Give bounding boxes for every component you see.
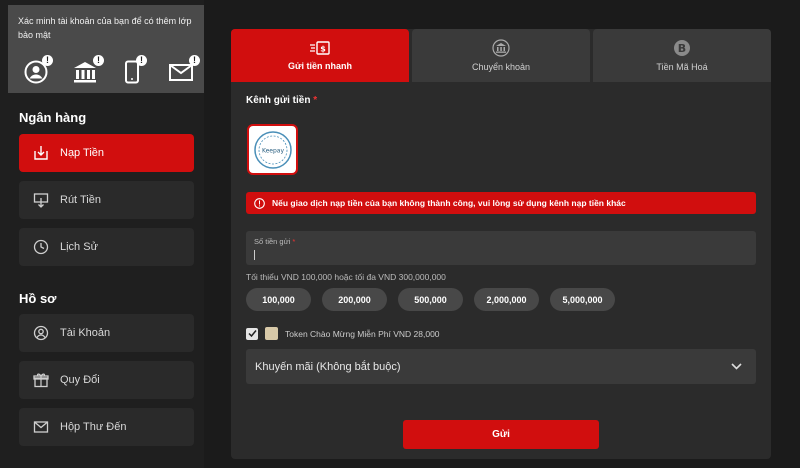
sidebar: Xác minh tài khoản của bạn để có thêm lớ… (0, 0, 204, 468)
tab-fast-deposit[interactable]: $ Gửi tiền nhanh (231, 29, 409, 82)
alert-badge: ! (189, 55, 200, 66)
user-icon (33, 325, 49, 341)
svg-text:$: $ (320, 45, 326, 54)
bank-section-title: Ngân hàng (19, 110, 87, 125)
tab-bank-transfer[interactable]: Chuyển khoản (412, 29, 590, 82)
fast-money-icon: $ (310, 41, 330, 55)
verify-bank-icon[interactable]: ! (66, 55, 114, 87)
sidebar-item-label: Rút Tiền (60, 194, 101, 206)
svg-text:B: B (678, 42, 686, 55)
sidebar-item-account[interactable]: Tài Khoản (19, 314, 194, 352)
amount-placeholder-text: Số tiền gửi (254, 237, 291, 246)
quick-amount-chips: 100,000 200,000 500,000 2,000,000 5,000,… (246, 288, 615, 311)
required-mark: * (292, 237, 296, 246)
verify-user-icon[interactable]: ! (18, 55, 66, 87)
sidebar-item-label: Nạp Tiền (60, 147, 105, 159)
sidebar-item-label: Quy Đổi (60, 374, 100, 386)
withdraw-icon (33, 193, 49, 208)
alert-badge: ! (42, 55, 53, 66)
promotion-select[interactable]: Khuyến mãi (Không bắt buộc) (246, 349, 756, 384)
submit-button[interactable]: Gửi (403, 420, 599, 449)
sidebar-item-label: Tài Khoản (60, 327, 111, 339)
verify-account-box: Xác minh tài khoản của bạn để có thêm lớ… (8, 5, 204, 93)
tab-label: Chuyển khoản (471, 62, 531, 72)
amount-chip[interactable]: 500,000 (398, 288, 463, 311)
alert-text: Nếu giao dịch nạp tiền của bạn không thà… (272, 198, 626, 208)
tab-label: Tiền Mã Hoá (656, 62, 708, 72)
check-icon (247, 330, 257, 338)
bank-transfer-icon (492, 39, 510, 57)
warning-icon (254, 197, 265, 209)
clock-icon (33, 239, 49, 255)
deposit-warning-alert: Nếu giao dịch nạp tiền của bạn không thà… (246, 192, 756, 214)
amount-chip[interactable]: 100,000 (246, 288, 311, 311)
keepay-logo: Keepay (253, 130, 292, 169)
amount-chip[interactable]: 5,000,000 (550, 288, 615, 311)
amount-chip[interactable]: 200,000 (322, 288, 387, 311)
channel-option-keepay[interactable]: Keepay (247, 124, 298, 175)
deposit-icon (34, 146, 48, 160)
verify-icons: ! ! ! ! (18, 55, 210, 87)
sidebar-item-inbox[interactable]: Hộp Thư Đến (19, 408, 194, 446)
channel-label-text: Kênh gửi tiền (246, 95, 311, 106)
mail-icon (33, 421, 49, 433)
tab-crypto[interactable]: B Tiền Mã Hoá (593, 29, 771, 82)
verify-mail-icon[interactable]: ! (162, 55, 210, 87)
token-image (265, 327, 278, 340)
gift-icon (33, 373, 49, 388)
bitcoin-icon: B (674, 40, 690, 56)
welcome-token-row: Token Chào Mừng Miễn Phí VND 28,000 (246, 327, 440, 340)
required-mark: * (313, 95, 318, 106)
token-checkbox[interactable] (246, 327, 258, 340)
amount-chip[interactable]: 2,000,000 (474, 288, 539, 311)
promotion-select-value: Khuyến mãi (Không bắt buộc) (255, 360, 401, 373)
text-caret (254, 250, 255, 260)
sidebar-item-history[interactable]: Lịch Sử (19, 228, 194, 266)
deposit-tabs: $ Gửi tiền nhanh Chuyển khoản B Tiền Mã … (231, 29, 771, 82)
tab-label: Gửi tiền nhanh (287, 61, 352, 71)
alert-badge: ! (136, 55, 147, 66)
deposit-panel: $ Gửi tiền nhanh Chuyển khoản B Tiền Mã … (231, 29, 771, 459)
alert-badge: ! (93, 55, 104, 66)
sidebar-item-redeem[interactable]: Quy Đổi (19, 361, 194, 399)
amount-limit-text: Tối thiểu VND 100,000 hoặc tối đa VND 30… (246, 272, 446, 282)
channel-label: Kênh gửi tiền * (246, 95, 317, 106)
sidebar-item-label: Lịch Sử (60, 241, 98, 253)
keepay-logo-text: Keepay (261, 147, 284, 154)
chevron-down-icon (731, 363, 742, 370)
verify-account-text: Xác minh tài khoản của bạn để có thêm lớ… (18, 16, 192, 40)
amount-input[interactable]: Số tiền gửi * (246, 231, 756, 265)
sidebar-item-deposit[interactable]: Nạp Tiền (19, 134, 194, 172)
profile-section-title: Hồ sơ (19, 291, 57, 306)
sidebar-item-label: Hộp Thư Đến (60, 421, 127, 433)
sidebar-item-withdraw[interactable]: Rút Tiền (19, 181, 194, 219)
amount-placeholder: Số tiền gửi * (254, 237, 748, 246)
verify-phone-icon[interactable]: ! (114, 55, 162, 87)
token-text: Token Chào Mừng Miễn Phí VND 28,000 (285, 328, 440, 339)
